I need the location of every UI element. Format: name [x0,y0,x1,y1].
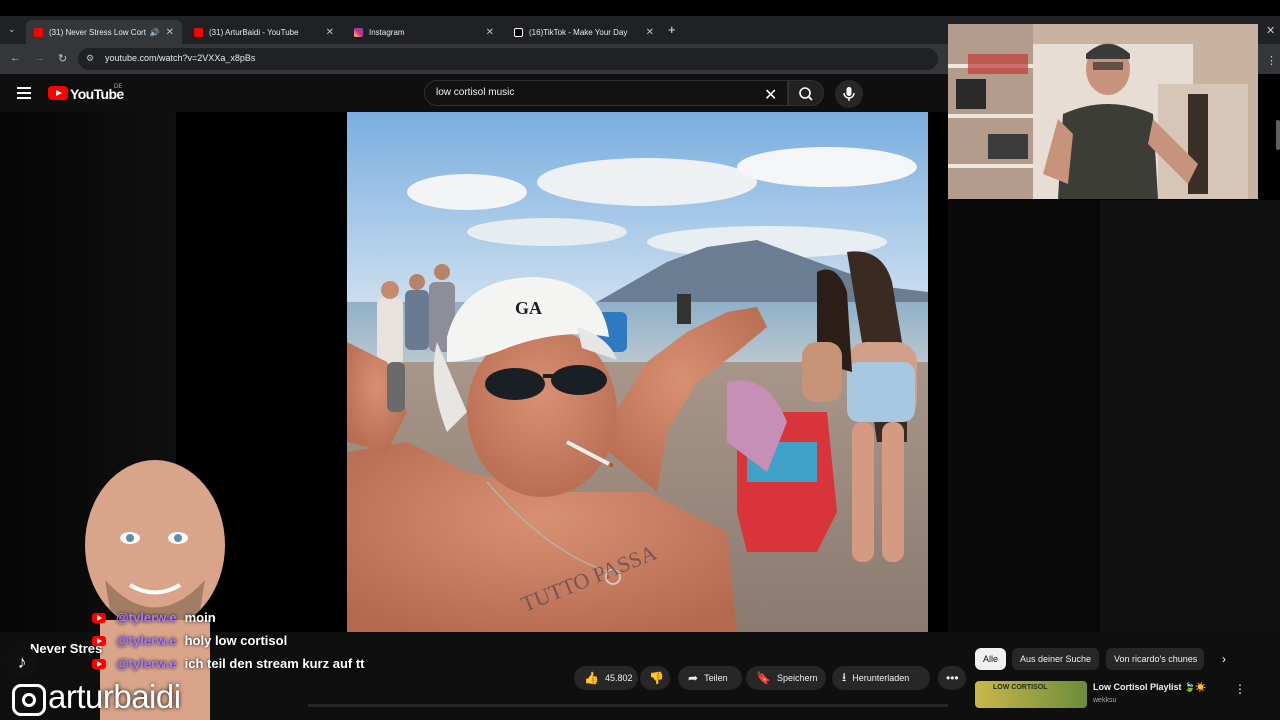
stream-chat-overlay: @tylerw.e moin @tylerw.e holy low cortis… [92,610,392,680]
new-tab-button[interactable]: + [668,22,676,37]
webcam-scene [948,24,1258,199]
chat-message: @tylerw.e holy low cortisol [92,633,287,648]
forward-arrow-icon[interactable]: → [34,52,45,64]
download-button[interactable]: ⭳ Herunterladen [832,666,930,690]
thumbs-up-icon: 👍 [584,671,599,685]
reload-icon[interactable]: ↻ [58,52,67,65]
chat-username: @tylerw.e [116,610,177,625]
share-arrow-icon: ➦ [688,671,699,685]
clear-search-icon[interactable]: ✕ [764,85,777,105]
beach-photo-illustration: GA TUTTO PASSA [347,112,928,632]
dislike-button[interactable]: 👎 [640,666,670,690]
tab-search-icon[interactable]: ⌄ [8,24,16,35]
back-arrow-icon[interactable]: ← [10,52,21,64]
close-tab-icon[interactable]: ✕ [326,27,334,38]
close-tab-icon[interactable]: ✕ [646,27,654,38]
tiktok-favicon-icon [514,27,523,37]
close-tab-icon[interactable]: ✕ [486,27,494,38]
page-scrollbar[interactable] [1276,120,1280,150]
chat-message: @tylerw.e ich teil den stream kurz auf t… [92,656,364,671]
chat-text: holy low cortisol [184,633,288,648]
search-button[interactable] [788,80,824,106]
youtube-favicon-icon [34,27,43,37]
chip-from-search[interactable]: Aus deiner Suche [1012,648,1100,670]
save-label: Speichern [776,673,818,683]
like-count: 45.802 [604,673,633,683]
share-button[interactable]: ➦ Teilen [678,666,742,690]
youtube-favicon-icon [194,27,203,37]
tab-tiktok[interactable]: (16)TikTok - Make Your Day ✕ [506,20,662,44]
tab-never-stress[interactable]: (31) Never Stress Low Cortisol 🔊 ✕ [26,20,182,44]
more-dots-icon: ••• [946,671,959,685]
cap-text: GA [515,298,542,318]
like-button[interactable]: 👍 45.802 [574,666,638,690]
country-code: DE [114,84,123,90]
chat-text: moin [184,610,216,625]
instagram-favicon-icon [354,27,363,37]
recommendation-title[interactable]: Low Cortisol Playlist 🍃☀️ [1093,682,1206,693]
right-sidebar-panel [1100,200,1280,632]
save-button[interactable]: 🔖 Speichern [746,666,826,690]
chip-next-chevron-icon[interactable]: › [1222,652,1226,666]
tiktok-logo-icon: ♪ [6,646,38,678]
chip-ricardos-chunes[interactable]: Von ricardo's chunes [1106,648,1204,670]
chip-all[interactable]: Alle [975,648,1007,670]
search-icon [799,87,813,101]
chat-username: @tylerw.e [116,633,177,648]
thumbs-down-icon: 👎 [649,671,664,685]
webcam-overlay [948,24,1258,199]
divider [308,704,948,707]
instagram-logo-icon [12,684,46,716]
download-icon: ⭳ [842,669,847,684]
browser-more-icon[interactable]: ⋮ [1266,54,1277,67]
thumbnail-text: LOW CORTISOL [993,684,1048,691]
recommendation-channel[interactable]: wekksu [1093,697,1116,704]
video-frame-photo[interactable]: GA TUTTO PASSA [347,112,928,632]
hamburger-menu-icon[interactable] [17,87,31,99]
close-tab-icon[interactable]: ✕ [166,27,174,38]
search-query-text: low cortisol music [436,87,515,98]
recommendation-menu-icon[interactable]: ⋮ [1234,682,1246,696]
chat-message: @tylerw.e moin [92,610,216,625]
voice-search-button[interactable] [835,80,863,108]
site-info-icon[interactable]: ⚙ [86,53,94,64]
top-strip [0,0,1280,16]
bookmark-icon: 🔖 [756,671,771,685]
url-text: youtube.com/watch?v=2VXXa_x8pBs [105,53,256,63]
speaker-icon: 🔊 [149,27,160,37]
youtube-chat-icon [92,658,106,669]
youtube-chat-icon [92,612,106,623]
close-overlay-icon[interactable]: ✕ [1266,24,1275,37]
instagram-handle: arturbaidi [48,678,181,715]
microphone-icon [843,87,855,101]
chat-text: ich teil den stream kurz auf tt [184,656,365,671]
youtube-logo-icon[interactable] [48,86,68,100]
tab-instagram[interactable]: Instagram ✕ [346,20,502,44]
recommendation-thumbnail[interactable]: LOW CORTISOL [975,681,1087,708]
more-actions-button[interactable]: ••• [938,666,966,690]
share-label: Teilen [704,673,728,683]
youtube-chat-icon [92,635,106,646]
download-label: Herunterladen [852,673,910,683]
chat-username: @tylerw.e [116,656,177,671]
tab-arturbaidi-youtube[interactable]: (31) ArturBaidi - YouTube ✕ [186,20,342,44]
